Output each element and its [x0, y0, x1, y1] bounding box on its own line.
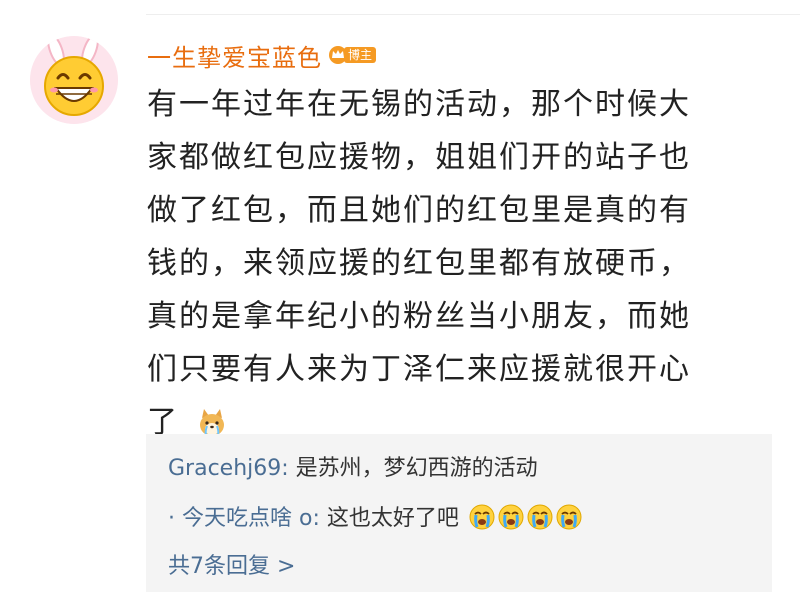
- reply-item: · 今天吃点啥 o: 这也太好了吧: [168, 504, 582, 539]
- more-replies-label: 共7条回复 >: [168, 554, 296, 579]
- blogger-badge: 博主: [328, 45, 377, 65]
- comment-header: 一生挚爱宝蓝色 博主: [147, 38, 377, 73]
- reply-text: 这也太好了吧: [326, 506, 459, 531]
- comment-line: 做了红包，而且她们的红包里是真的有: [147, 193, 691, 228]
- username[interactable]: 一生挚爱宝蓝色: [147, 38, 322, 73]
- crying-emoji-icon: [469, 504, 495, 539]
- top-divider: [146, 14, 800, 15]
- reply-author-link[interactable]: · 今天吃点啥 o: [168, 506, 312, 531]
- comment-body: 有一年过年在无锡的活动，那个时候大 家都做红包应援物，姐姐们开的站子也 做了红包…: [147, 78, 787, 457]
- comment-line: 真的是拿年纪小的粉丝当小朋友，而她: [147, 299, 691, 334]
- crying-emoji-icon: [527, 504, 553, 539]
- comment-line: 有一年过年在无锡的活动，那个时候大: [147, 87, 691, 122]
- badge-label: 博主: [344, 47, 377, 63]
- more-replies-link[interactable]: 共7条回复 >: [168, 552, 295, 582]
- avatar[interactable]: [30, 36, 118, 124]
- crying-emoji-icon: [556, 504, 582, 539]
- reply-separator: :: [312, 506, 327, 531]
- smiley-avatar-icon: [30, 36, 118, 124]
- comment-line: 们只要有人来为丁泽仁来应援就很开心: [147, 352, 691, 387]
- reply-item: Gracehj69: 是苏州，梦幻西游的活动: [168, 454, 538, 484]
- crying-emoji-icon: [498, 504, 524, 539]
- reply-separator: :: [281, 456, 296, 481]
- reply-text: 是苏州，梦幻西游的活动: [295, 456, 538, 481]
- comment-line: 家都做红包应援物，姐姐们开的站子也: [147, 140, 691, 175]
- reply-section: Gracehj69: 是苏州，梦幻西游的活动 · 今天吃点啥 o: 这也太好了吧…: [146, 434, 772, 592]
- reply-author-link[interactable]: Gracehj69: [168, 456, 281, 481]
- comment-line: 钱的，来领应援的红包里都有放硬币，: [147, 246, 691, 281]
